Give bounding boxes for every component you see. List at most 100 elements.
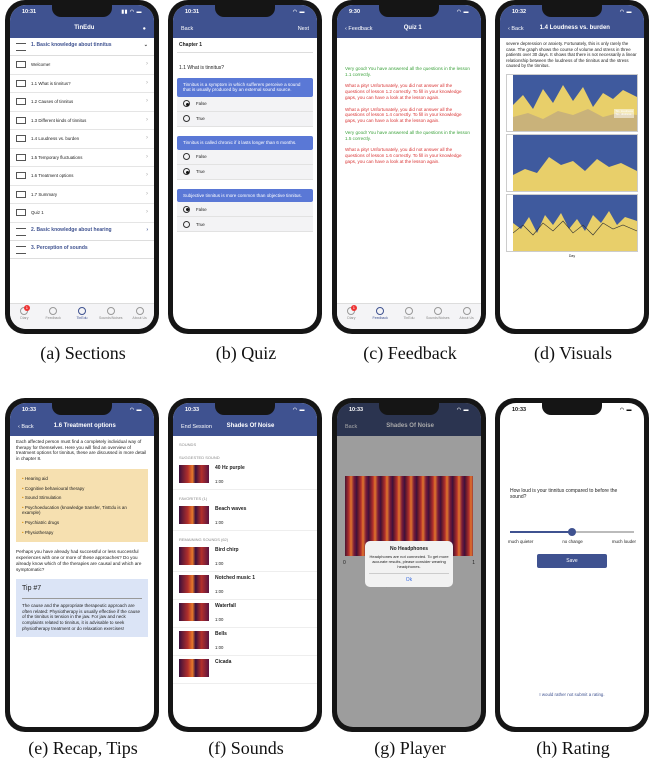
sound-item[interactable]: Notched music 1 1:00 — [173, 572, 317, 600]
sound-item[interactable]: Bells 1:00 — [173, 628, 317, 656]
end-session-button[interactable]: End Session — [181, 424, 212, 431]
signal-icon: ◠ ▬ — [456, 9, 469, 16]
lesson-item[interactable]: 1.7 Summary › — [10, 186, 154, 204]
list-icon — [16, 227, 26, 236]
signal-icon: ◠ ▬ — [292, 9, 305, 16]
list-item: Hearing aid — [22, 474, 142, 484]
lesson-item[interactable]: 1.5 Temporary fluctuations › — [10, 149, 154, 167]
next-button[interactable]: Next — [298, 26, 309, 33]
back-button[interactable]: ‹ Back — [18, 424, 34, 431]
radio-icon — [183, 205, 190, 213]
option-false[interactable]: False — [177, 149, 313, 165]
tip-text: The cause and the appropriate therapeuti… — [22, 598, 142, 631]
chevron-right-icon: › — [146, 135, 148, 141]
lesson-item[interactable]: 1.2 Causes of tinnitus › — [10, 93, 154, 112]
spectrogram-thumb — [179, 659, 209, 677]
lesson-item[interactable]: 1.3 Different kinds of tinnitus › — [10, 112, 154, 130]
sound-name: Bells — [215, 631, 227, 637]
caption: (e) Recap, Tips — [28, 738, 138, 758]
tab-about[interactable]: About Us — [454, 307, 480, 320]
chevron-right-icon: › — [146, 79, 148, 86]
lesson-item[interactable]: Welcome! › — [10, 56, 154, 75]
back-button[interactable]: Back — [345, 424, 357, 431]
feedback-icon — [49, 307, 58, 315]
chevron-right-icon: › — [146, 116, 148, 123]
lesson-text: severe depression or anxiety. Fortunatel… — [506, 41, 637, 68]
option-true[interactable]: True — [177, 164, 313, 180]
section-header: FAVORITES (1) — [179, 496, 208, 501]
chevron-right-icon: › — [146, 190, 148, 197]
save-button[interactable]: Save — [537, 554, 607, 568]
status-time: 10:32 — [512, 9, 527, 16]
rating-slider[interactable] — [510, 527, 634, 536]
sound-item[interactable]: 40 Hz purple 1:00 — [173, 462, 317, 490]
question-card: Tinnitus is a symptom in which sufferers… — [177, 77, 313, 97]
feedback-message: What a pity! Unfortunately, you did not … — [345, 83, 462, 100]
back-button[interactable]: ‹ Back — [508, 26, 524, 33]
option-false[interactable]: False — [177, 202, 313, 218]
section-header: REMAINING SOUNDS (62) — [179, 537, 229, 542]
feedback-icon — [376, 307, 385, 315]
sound-item[interactable]: Cicada — [173, 656, 317, 684]
spectrogram-thumb — [179, 547, 209, 565]
section-1-header[interactable]: 1. Basic knowledge about tinnitus ⌄ — [10, 38, 154, 56]
caption: (c) Feedback — [363, 343, 457, 363]
time-start: 0 — [343, 560, 346, 566]
book-icon — [16, 172, 26, 180]
list-icon — [16, 245, 26, 254]
lesson-item[interactable]: 1.6 Treatment options › — [10, 167, 154, 186]
book-icon — [404, 307, 413, 315]
info-icon — [462, 307, 471, 315]
chevron-down-icon: ⌄ — [143, 42, 148, 48]
lesson-item[interactable]: 1.1 What is tinnitus? › — [10, 75, 154, 93]
tab-sounds[interactable]: Sounds/Noises — [425, 307, 451, 320]
slider-thumb[interactable] — [568, 527, 576, 536]
tip-box: Tip #7 The cause and the appropriate the… — [16, 579, 148, 638]
lesson-item[interactable]: Quiz 1 › — [10, 204, 154, 223]
back-button[interactable]: Back — [181, 26, 193, 33]
tab-diary[interactable]: 1 Diary — [338, 305, 364, 320]
option-true[interactable]: True — [177, 217, 313, 233]
time-end: 1 — [472, 560, 475, 566]
tab-diary[interactable]: 1 Diary — [11, 305, 37, 320]
caption: (a) Sections — [40, 343, 126, 363]
book-icon — [16, 153, 26, 161]
lesson-item[interactable]: 1.4 Loudness vs. burden › — [10, 130, 154, 149]
book-icon — [16, 61, 26, 69]
option-true[interactable]: True — [177, 111, 313, 127]
ok-button[interactable]: Ok — [369, 573, 449, 586]
page-title: 1.6 Treatment options — [53, 423, 116, 430]
sound-item[interactable]: Waterfall 1:00 — [173, 600, 317, 628]
signal-icon: ◠ ▬ — [292, 407, 305, 414]
spectrogram-thumb — [179, 603, 209, 621]
option-false[interactable]: False — [177, 96, 313, 112]
signal-icon: ◠ ▬ — [456, 407, 469, 414]
tab-tinedu[interactable]: TinEdu — [69, 307, 95, 320]
body-text: Perhaps you have already had successful … — [16, 549, 142, 572]
section-header: SUGGESTED SOUND — [179, 455, 220, 460]
spectrogram-thumb — [179, 631, 209, 649]
list-item: Psychiatric drugs — [22, 518, 142, 528]
tab-tinedu[interactable]: TinEdu — [396, 307, 422, 320]
sound-item[interactable]: Bird chirp 1:00 — [173, 544, 317, 572]
book-icon — [16, 98, 26, 106]
sound-name: Cicada — [215, 659, 232, 665]
tab-bar: 1 Diary Feedback TinEdu Sounds/Noises Abo… — [10, 303, 154, 329]
label-quieter: much quieter — [508, 538, 534, 544]
profile-icon[interactable]: ● — [143, 26, 146, 33]
tab-sounds[interactable]: Sounds/Noises — [98, 307, 124, 320]
back-button[interactable]: ‹ Feedback — [345, 26, 373, 33]
caption: (h) Rating — [536, 738, 610, 758]
x-axis-label: Day — [568, 253, 576, 258]
sound-name: Notched music 1 — [215, 575, 256, 581]
tab-about[interactable]: About Us — [127, 307, 153, 320]
sound-item[interactable]: Beach waves 1:00 — [173, 503, 317, 531]
tab-feedback[interactable]: Feedback — [40, 307, 66, 320]
section-2-header[interactable]: 2. Basic knowledge about hearing › — [10, 223, 154, 241]
speaker-icon — [106, 307, 115, 315]
chart-patient-1: Tin. loudness Tin. distress — [506, 73, 638, 132]
sound-duration: 1:00 — [215, 479, 224, 485]
skip-link[interactable]: I would rather not submit a rating. — [500, 692, 644, 698]
section-3-header[interactable]: 3. Perception of sounds — [10, 241, 154, 259]
tab-feedback[interactable]: Feedback — [367, 307, 393, 320]
